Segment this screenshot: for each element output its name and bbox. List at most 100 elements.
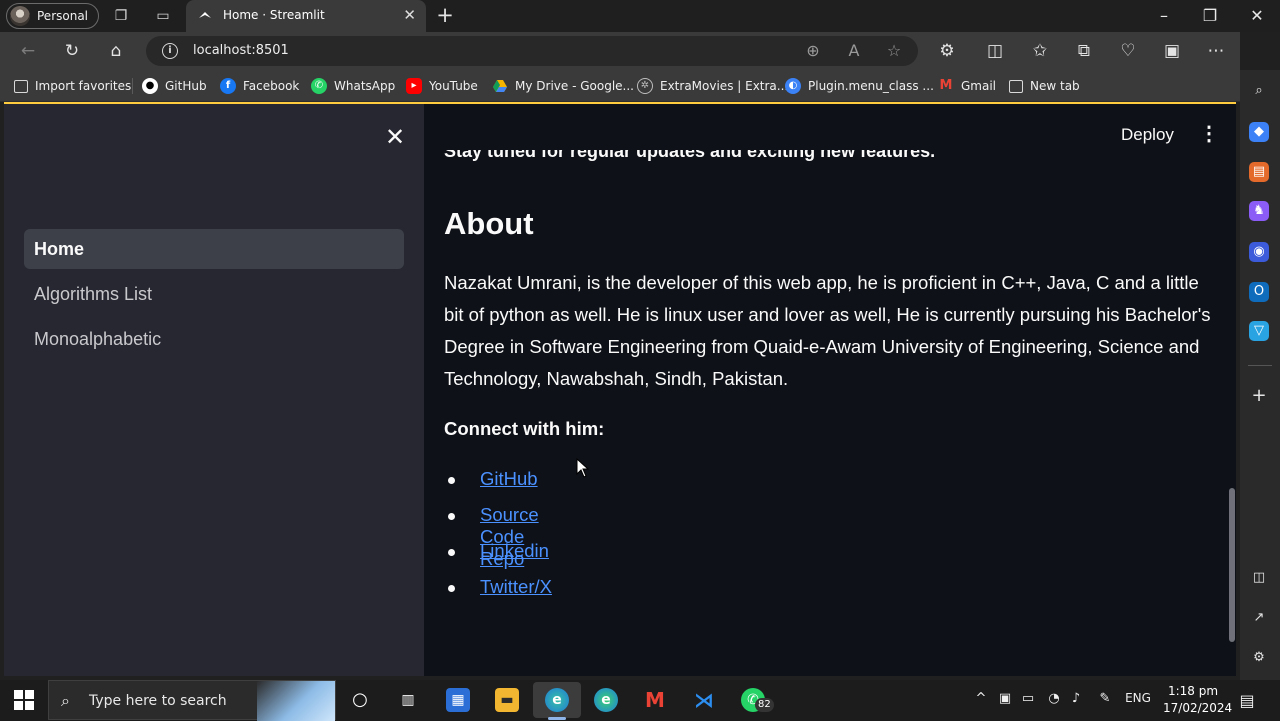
edge-divider	[1248, 365, 1272, 366]
refresh-icon[interactable]: ↻	[62, 41, 82, 61]
google-drive-icon	[493, 80, 507, 92]
hide-sidebar-icon[interactable]: ◫	[1249, 568, 1269, 588]
page-scrollbar[interactable]	[1229, 488, 1235, 642]
games-icon[interactable]: ♞	[1249, 201, 1269, 221]
favorite-new-tab[interactable]: New tab	[1009, 78, 1080, 94]
deploy-button[interactable]: Deploy	[1121, 125, 1174, 145]
zoom-icon[interactable]: ⊕	[803, 41, 823, 60]
settings-gear-icon[interactable]: ⚙	[1249, 648, 1269, 668]
main-menu-icon[interactable]: ⋮	[1199, 124, 1219, 144]
about-paragraph: Nazakat Umrani, is the developer of this…	[444, 272, 1211, 389]
microsoft-365-icon[interactable]: ◉	[1249, 242, 1269, 262]
edge-browser-icon[interactable]: e	[594, 688, 618, 712]
gmail-icon: M	[939, 78, 953, 93]
tab-strip: Personal ❐ ▭ Home · Streamlit ✕ + – ❐ ✕	[0, 0, 1280, 32]
favorite-extramovies[interactable]: ✲ ExtraMovies | Extra...	[637, 78, 788, 94]
taskbar-search[interactable]: ⌕ Type here to search	[48, 680, 336, 721]
gmail-taskbar-icon[interactable]: M	[643, 688, 667, 712]
security-icon[interactable]: ▣	[996, 691, 1014, 706]
close-sidebar-icon[interactable]: ✕	[385, 125, 405, 149]
volume-icon[interactable]: ♪	[1067, 691, 1085, 706]
github-icon: ●	[142, 78, 158, 94]
tab-home-streamlit[interactable]: Home · Streamlit ✕	[186, 0, 426, 32]
bullet	[448, 477, 455, 484]
home-icon[interactable]: ⌂	[106, 41, 126, 61]
bullet	[448, 585, 455, 592]
favorite-label: Facebook	[243, 79, 300, 93]
site-info-icon[interactable]: i	[162, 43, 178, 59]
favorite-youtube[interactable]: ▸ YouTube	[406, 78, 478, 94]
collections-icon[interactable]: ⧉	[1073, 40, 1095, 62]
shopping-icon[interactable]: ◆	[1249, 122, 1269, 142]
github-link[interactable]: GitHub	[480, 468, 538, 490]
favorite-plugin[interactable]: ◐ Plugin.menu_class ...	[785, 78, 934, 94]
cortana-icon[interactable]: ○	[348, 688, 372, 712]
more-menu-icon[interactable]: ⋯	[1205, 40, 1227, 62]
tab-close-icon[interactable]: ✕	[403, 6, 416, 24]
favorite-github[interactable]: ● GitHub	[142, 78, 207, 94]
favorite-label: Plugin.menu_class ...	[808, 79, 934, 93]
restore-button[interactable]: ❐	[1187, 5, 1233, 27]
windows-taskbar: ⌕ Type here to search ○ ▥ ▦ ▬ e e M ⋊ ✆ …	[0, 680, 1280, 721]
clock-time: 1:18 pm	[1167, 684, 1219, 698]
sidebar-item-algorithms-list[interactable]: Algorithms List	[24, 274, 404, 314]
read-aloud-icon[interactable]: A	[844, 41, 864, 60]
split-screen-icon[interactable]: ◫	[984, 40, 1006, 62]
sidebar-item-monoalphabetic[interactable]: Monoalphabetic	[24, 319, 404, 359]
edge-dev-icon[interactable]: e	[545, 688, 569, 712]
tab-title: Home · Streamlit	[223, 8, 325, 22]
favorite-star-icon[interactable]: ☆	[884, 41, 904, 60]
browser-window: Personal ❐ ▭ Home · Streamlit ✕ + – ❐ ✕ …	[0, 0, 1280, 680]
twitter-link[interactable]: Twitter/X	[480, 576, 552, 598]
facebook-icon: f	[220, 78, 236, 94]
drop-icon[interactable]: ▽	[1249, 321, 1269, 341]
vscode-icon[interactable]: ⋊	[692, 688, 716, 712]
file-explorer-icon[interactable]: ▬	[495, 688, 519, 712]
task-view-icon[interactable]: ▥	[396, 688, 420, 712]
address-bar[interactable]: i localhost:8501 ⊕ A ☆	[146, 36, 918, 66]
streamlit-logo-icon	[199, 12, 211, 18]
language-indicator[interactable]: ENG	[1124, 691, 1152, 705]
extramovies-icon: ✲	[637, 78, 653, 94]
tab-actions-icon[interactable]: ▭	[154, 7, 172, 25]
tools-icon[interactable]: ▤	[1249, 162, 1269, 182]
add-icon[interactable]: +	[1249, 386, 1269, 406]
clock[interactable]: 1:18 pm 17/02/2024	[1163, 683, 1232, 717]
favorite-label: GitHub	[165, 79, 207, 93]
favorite-import[interactable]: Import favorites	[14, 78, 131, 94]
new-tab-button[interactable]: +	[433, 4, 457, 28]
microsoft-store-icon[interactable]: ▦	[446, 688, 470, 712]
back-icon[interactable]: ←	[18, 41, 38, 61]
url-text: localhost:8501	[193, 43, 289, 58]
app-sidebar: ✕ Home Algorithms List Monoalphabetic	[4, 104, 424, 676]
search-icon: ⌕	[61, 691, 70, 710]
favorites-icon[interactable]: ✩	[1029, 40, 1051, 62]
search-icon[interactable]: ⌕	[1249, 81, 1269, 101]
extensions-icon[interactable]: ⚙	[936, 40, 958, 62]
show-hidden-icons-icon[interactable]: ^	[972, 691, 990, 706]
connect-heading: Connect with him:	[444, 418, 605, 439]
battery-icon[interactable]: ▭	[1019, 691, 1037, 706]
workspaces-icon[interactable]: ❐	[112, 7, 130, 25]
workspaces-toolbar-icon[interactable]: ▣	[1161, 40, 1183, 62]
sidebar-item-home[interactable]: Home	[24, 229, 404, 269]
notifications-icon[interactable]: ▤	[1238, 691, 1256, 710]
linkedin-link[interactable]: Linkedin	[480, 540, 549, 562]
bullet	[448, 549, 455, 556]
wifi-icon[interactable]: ◔	[1045, 691, 1063, 706]
browser-essentials-icon[interactable]: ♡	[1117, 40, 1139, 62]
outlook-icon[interactable]: O	[1249, 282, 1269, 302]
favorite-facebook[interactable]: f Facebook	[220, 78, 299, 94]
taskbar-search-placeholder: Type here to search	[89, 693, 227, 709]
close-window-button[interactable]: ✕	[1234, 5, 1280, 27]
updates-text: Stay tuned for regular updates and excit…	[444, 150, 936, 161]
favorite-gmail[interactable]: M Gmail	[938, 78, 996, 94]
favorite-google-drive[interactable]: My Drive - Google...	[492, 78, 634, 94]
minimize-button[interactable]: –	[1141, 5, 1187, 27]
open-external-icon[interactable]: ↗	[1249, 608, 1269, 628]
start-button-icon[interactable]	[14, 690, 34, 710]
profile-button[interactable]: Personal	[6, 3, 100, 29]
favorite-whatsapp[interactable]: ✆ WhatsApp	[311, 78, 395, 94]
edge-sidebar: ⌕ ◆ ▤ ♞ ◉ O ▽ + ◫ ↗ ⚙	[1240, 70, 1280, 680]
pen-icon[interactable]: ✎	[1096, 691, 1114, 706]
